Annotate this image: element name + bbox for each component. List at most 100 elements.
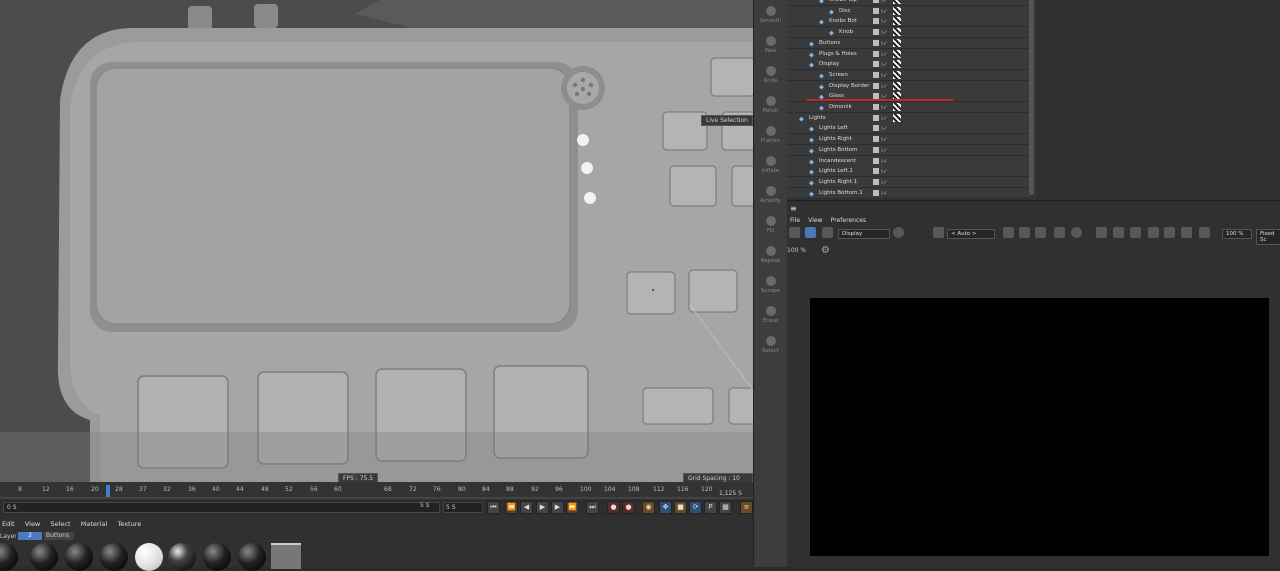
snowflake-icon[interactable]: [1019, 227, 1030, 238]
texture-tag-icon[interactable]: [893, 81, 901, 90]
object-row[interactable]: ⬥ Lights Right.1 ⁞✓: [787, 176, 1030, 188]
tool-select[interactable]: Select: [756, 332, 785, 360]
texture-tag-icon[interactable]: [893, 103, 901, 111]
record-button[interactable]: ●: [607, 501, 620, 514]
next-frame-button[interactable]: ▶: [551, 501, 564, 514]
layer-toggle[interactable]: [873, 125, 879, 132]
param-key-button[interactable]: P: [704, 501, 717, 514]
end-field-a[interactable]: 5 S: [420, 502, 430, 509]
hdr-icon[interactable]: [893, 227, 904, 238]
move-key-button[interactable]: ✥: [659, 501, 672, 514]
object-row[interactable]: ⬥ Incandescent ⁞✓: [787, 155, 1030, 167]
layer-toggle[interactable]: [873, 61, 879, 68]
object-row[interactable]: ⬥ Display ⁞✓: [787, 59, 1030, 71]
tool-fill[interactable]: Fill: [756, 212, 785, 240]
gear-icon[interactable]: ⚙: [821, 245, 830, 256]
tool-repeat[interactable]: Repeat: [756, 242, 785, 270]
layer-toggle[interactable]: [873, 136, 879, 143]
texture-tag-icon[interactable]: [893, 113, 901, 122]
tool-amplify[interactable]: Amplify: [756, 182, 785, 210]
scale-key-button[interactable]: ■: [674, 501, 687, 514]
refresh-icon[interactable]: [822, 227, 833, 238]
texture-tag-icon[interactable]: [893, 28, 901, 37]
tool-scrape[interactable]: Scrape: [756, 272, 785, 300]
hamburger-icon[interactable]: ≡: [790, 204, 797, 213]
visibility-check-icon[interactable]: ⁞✓: [881, 189, 888, 199]
menu-texture[interactable]: Texture: [117, 520, 141, 528]
visibility-check-icon[interactable]: ⁞✓: [881, 60, 888, 70]
object-row[interactable]: ⬥ Plugs & Holes ⁞✓: [787, 48, 1030, 60]
sun-icon[interactable]: [1054, 227, 1065, 238]
object-row[interactable]: ⬥ Screen ⁞✓: [787, 69, 1030, 81]
start-field[interactable]: 0 S: [3, 502, 440, 513]
go-end-button[interactable]: ⏭: [586, 501, 599, 514]
fit-icon[interactable]: [1113, 227, 1124, 238]
keyframe-button[interactable]: ◉: [642, 501, 655, 514]
layer-toggle[interactable]: [873, 146, 879, 153]
go-start-button[interactable]: ⏮: [487, 501, 500, 514]
tool-knife[interactable]: Knife: [756, 62, 785, 90]
tool-smooth[interactable]: Smooth: [756, 2, 785, 30]
layer-toggle[interactable]: [873, 29, 879, 36]
layer-toggle[interactable]: [873, 71, 879, 78]
layer-toggle[interactable]: [873, 157, 879, 164]
render-icon[interactable]: [805, 227, 816, 238]
texture-tag-icon[interactable]: [893, 38, 901, 47]
visibility-check-icon[interactable]: ⁞✓: [881, 114, 888, 124]
menu-material[interactable]: Material: [81, 520, 107, 528]
layer-number-tab[interactable]: 2: [18, 532, 42, 540]
visibility-check-icon[interactable]: ⁞✓: [881, 103, 888, 113]
object-row[interactable]: ⬥ Dimonik ⁞✓: [787, 102, 1030, 113]
playhead[interactable]: [106, 485, 110, 497]
visibility-check-icon[interactable]: ⁞✓: [881, 50, 888, 60]
tool-polish[interactable]: Polish: [756, 92, 785, 120]
layer-toggle[interactable]: [873, 104, 879, 110]
play-button[interactable]: ▶: [536, 501, 549, 514]
end-field-b[interactable]: 5 S: [443, 502, 483, 513]
pla-key-button[interactable]: ▦: [719, 501, 732, 514]
copy-icon[interactable]: [1199, 227, 1210, 238]
rotate-key-button[interactable]: ⟳: [689, 501, 702, 514]
visibility-check-icon[interactable]: ⁞✓: [881, 124, 888, 134]
tool-erase[interactable]: Erase: [756, 302, 785, 330]
object-row[interactable]: ⬥ Lights Left ⁞✓: [787, 123, 1030, 135]
object-row[interactable]: ⬥ Knob ⁞✓: [787, 27, 1030, 39]
visibility-check-icon[interactable]: ⁞✓: [881, 82, 888, 92]
object-row[interactable]: ⬥ Display Border ⁞✓: [787, 80, 1030, 92]
object-scrollbar[interactable]: [1029, 0, 1034, 195]
compare-icon[interactable]: [1164, 227, 1175, 238]
layer-toggle[interactable]: [873, 178, 879, 185]
visibility-check-icon[interactable]: ⁞✓: [881, 157, 888, 167]
tool-flatten[interactable]: Flatten: [756, 122, 785, 150]
layer-toggle[interactable]: [873, 82, 879, 89]
visibility-check-icon[interactable]: ⁞✓: [881, 135, 888, 145]
layer-name-tab[interactable]: Buttons: [44, 532, 74, 540]
menu-preferences[interactable]: Preferences: [831, 217, 866, 224]
snowflake-alt-icon[interactable]: [1035, 227, 1046, 238]
layer-toggle[interactable]: [873, 7, 879, 14]
texture-tag-icon[interactable]: [893, 17, 901, 26]
visibility-check-icon[interactable]: ⁞✓: [881, 178, 888, 188]
object-row[interactable]: ⬥ Disc ⁞✓: [787, 5, 1030, 17]
image-icon[interactable]: [1148, 227, 1159, 238]
zoom-field[interactable]: 100 %: [1222, 229, 1252, 239]
object-row[interactable]: ⬥ Lights Right ⁞✓: [787, 134, 1030, 146]
texture-tag-icon[interactable]: [893, 6, 901, 15]
material-swatch-grid[interactable]: [271, 543, 301, 569]
layer-toggle[interactable]: [873, 39, 879, 46]
layer-toggle[interactable]: [873, 18, 879, 25]
prev-key-button[interactable]: ⏪: [505, 501, 518, 514]
object-row[interactable]: ⬥ Lights Left.1 ⁞✓: [787, 166, 1030, 178]
tool-wax[interactable]: Wax: [756, 32, 785, 60]
object-row[interactable]: ⬥ Lights Bottom.1 ⁞✓: [787, 187, 1030, 199]
lock-icon[interactable]: [1003, 227, 1014, 238]
menu-edit[interactable]: Edit: [2, 520, 15, 528]
object-row[interactable]: ⬥ Buttons ⁞✓: [787, 37, 1030, 49]
menu-file[interactable]: File: [790, 217, 800, 224]
visibility-check-icon[interactable]: ⁞✓: [881, 28, 888, 38]
visibility-check-icon[interactable]: ⁞✓: [881, 146, 888, 156]
timeline-menu-button[interactable]: ≡: [740, 501, 753, 514]
object-row[interactable]: ⬥ Knobs Bot ⁞✓: [787, 16, 1030, 28]
visibility-check-icon[interactable]: ⁞✓: [881, 71, 888, 81]
visibility-check-icon[interactable]: ⁞✓: [881, 167, 888, 177]
